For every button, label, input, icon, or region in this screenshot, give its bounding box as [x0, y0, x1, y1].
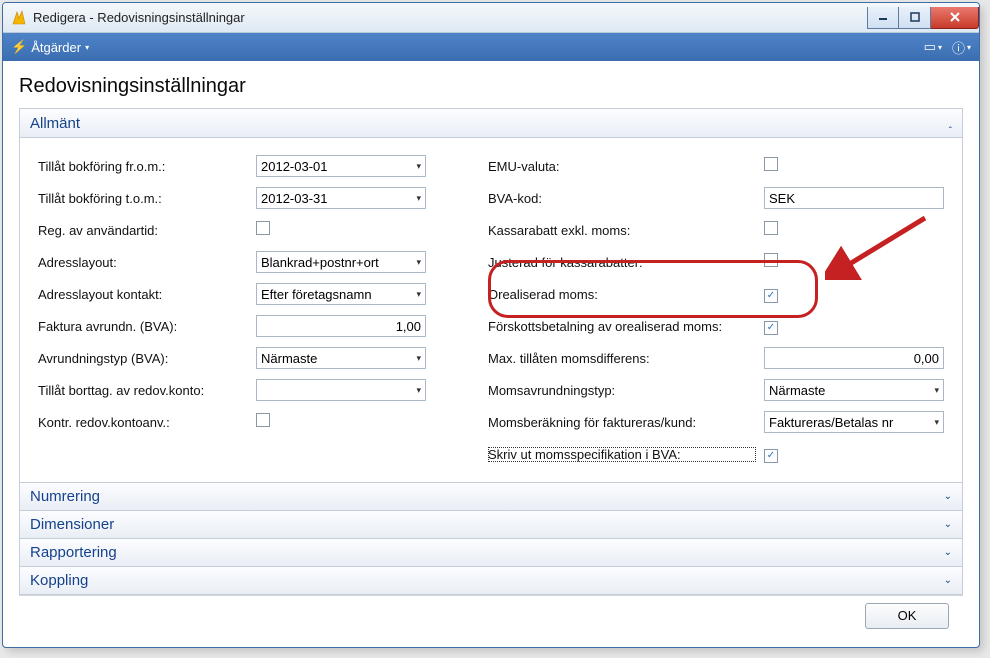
chevron-down-icon: ▾ [416, 193, 421, 204]
bva-label: BVA-kod: [488, 191, 756, 206]
round-type-label: Avrundningstyp (BVA): [38, 351, 248, 366]
chevron-down-icon: ▾ [934, 385, 939, 396]
pane-header-coupling[interactable]: Koppling ⌄ [20, 566, 962, 594]
footer: OK [19, 595, 963, 635]
kontr-checkbox[interactable] [256, 413, 270, 427]
allow-to-field[interactable]: 2012-03-31▾ [256, 187, 426, 209]
view-menu-icon[interactable]: ▭▾ [924, 39, 942, 55]
vatround-label: Momsavrundningstyp: [488, 383, 756, 398]
chevron-down-icon: ▾ [416, 353, 421, 364]
left-column: Tillåt bokföring fr.o.m.: 2012-03-01▾ Til… [38, 154, 448, 466]
pane-label: Rapportering [30, 544, 117, 561]
kontr-label: Kontr. redov.kontoanv.: [38, 415, 248, 430]
toolbar: ⚡ Åtgärder ▾ ▭▾ ⓘ▾ [3, 33, 979, 61]
addr-layout-contact-label: Adresslayout kontakt: [38, 287, 248, 302]
chevron-down-icon: ▾ [416, 257, 421, 268]
reg-user-checkbox[interactable] [256, 221, 270, 235]
reg-user-label: Reg. av användartid: [38, 223, 248, 238]
actions-menu[interactable]: Åtgärder [31, 40, 81, 55]
window-title: Redigera - Redovisningsinställningar [33, 10, 245, 25]
allow-to-label: Tillåt bokföring t.o.m.: [38, 191, 248, 206]
chevron-down-icon: ⌄ [944, 491, 952, 502]
maxdiff-input[interactable] [764, 347, 944, 369]
inv-round-input[interactable] [256, 315, 426, 337]
vatcalc-select[interactable]: Faktureras/Betalas nr▾ [764, 411, 944, 433]
round-type-select[interactable]: Närmaste▾ [256, 347, 426, 369]
close-button[interactable] [931, 7, 979, 29]
content: Redovisningsinställningar Allmänt ꞈ Till… [3, 61, 979, 647]
chevron-down-icon: ⌄ [944, 575, 952, 586]
pane-label: Allmänt [30, 115, 80, 132]
chevron-down-icon: ▾ [934, 417, 939, 428]
addr-layout-label: Adresslayout: [38, 255, 248, 270]
annotation-arrow-icon [825, 210, 935, 280]
vatcalc-label: Momsberäkning för faktureras/kund: [488, 415, 756, 430]
annotation-highlight [488, 260, 818, 318]
allow-from-field[interactable]: 2012-03-01▾ [256, 155, 426, 177]
allow-del-select[interactable]: ▾ [256, 379, 426, 401]
chevron-down-icon: ⌄ [944, 519, 952, 530]
titlebar: Redigera - Redovisningsinställningar [3, 3, 979, 33]
chevron-down-icon: ▾ [416, 289, 421, 300]
cashdisc-checkbox[interactable] [764, 221, 778, 235]
pane-body-general: Tillåt bokföring fr.o.m.: 2012-03-01▾ Til… [20, 137, 962, 482]
cashdisc-label: Kassarabatt exkl. moms: [488, 223, 756, 238]
page-title: Redovisningsinställningar [19, 75, 963, 98]
print-label: Skriv ut momsspecifikation i BVA: [488, 447, 756, 462]
vatround-select[interactable]: Närmaste▾ [764, 379, 944, 401]
minimize-button[interactable] [867, 7, 899, 29]
prepay-checkbox[interactable]: ✓ [764, 321, 778, 335]
window: Redigera - Redovisningsinställningar ⚡ Å… [2, 2, 980, 648]
print-checkbox[interactable]: ✓ [764, 449, 778, 463]
chevron-down-icon: ▾ [416, 161, 421, 172]
allow-from-label: Tillåt bokföring fr.o.m.: [38, 159, 248, 174]
chevron-down-icon: ⌄ [944, 547, 952, 558]
chevron-up-icon: ꞈ [949, 118, 952, 129]
pane-header-dimensions[interactable]: Dimensioner ⌄ [20, 510, 962, 538]
pane-header-general[interactable]: Allmänt ꞈ [20, 109, 962, 137]
emu-checkbox[interactable] [764, 157, 778, 171]
help-icon[interactable]: ⓘ▾ [952, 38, 971, 57]
ok-button[interactable]: OK [865, 603, 949, 629]
pane-label: Koppling [30, 572, 88, 589]
addr-layout-contact-select[interactable]: Efter företagsnamn▾ [256, 283, 426, 305]
prepay-label: Förskottsbetalning av orealiserad moms: [488, 319, 756, 334]
allow-del-label: Tillåt borttag. av redov.konto: [38, 383, 248, 398]
bva-input[interactable] [764, 187, 944, 209]
pane-stack: Allmänt ꞈ Tillåt bokföring fr.o.m.: 2012-… [19, 108, 963, 595]
emu-label: EMU-valuta: [488, 159, 756, 174]
pane-label: Dimensioner [30, 516, 114, 533]
pane-label: Numrering [30, 488, 100, 505]
app-icon [11, 10, 27, 26]
chevron-down-icon: ▾ [85, 43, 89, 52]
pane-header-reporting[interactable]: Rapportering ⌄ [20, 538, 962, 566]
maxdiff-label: Max. tillåten momsdifferens: [488, 351, 756, 366]
addr-layout-select[interactable]: Blankrad+postnr+ort▾ [256, 251, 426, 273]
chevron-down-icon: ▾ [416, 385, 421, 396]
maximize-button[interactable] [899, 7, 931, 29]
pane-header-numbering[interactable]: Numrering ⌄ [20, 482, 962, 510]
window-buttons [867, 7, 979, 29]
inv-round-label: Faktura avrundn. (BVA): [38, 319, 248, 334]
actions-icon: ⚡ [11, 39, 27, 55]
